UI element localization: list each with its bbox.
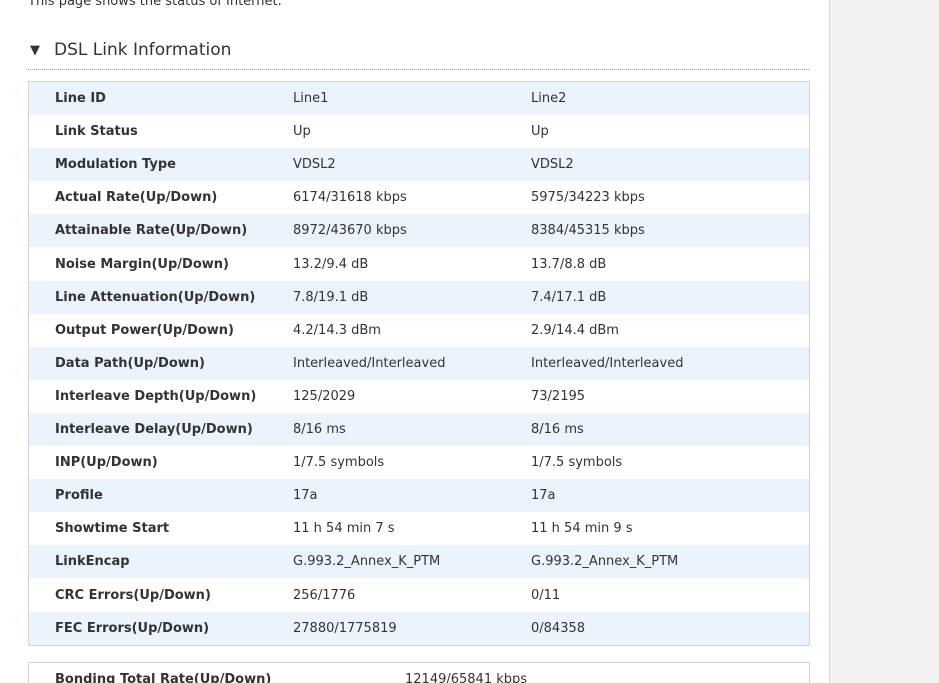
table-row: Showtime Start 11 h 54 min 7 s 11 h 54 min… [29, 512, 809, 545]
right-side-panel [829, 0, 939, 683]
line1-value: G.993.2_Annex_K_PTM [293, 554, 441, 569]
row-label: Output Power(Up/Down) [55, 323, 234, 338]
line1-value: VDSL2 [293, 157, 336, 172]
row-label: Interleave Depth(Up/Down) [55, 389, 257, 404]
row-label: INP(Up/Down) [55, 455, 158, 470]
line1-value: 7.8/19.1 dB [293, 290, 369, 305]
line1-value: 1/7.5 symbols [293, 455, 385, 470]
line1-value: 8/16 ms [293, 422, 346, 437]
line1-value: Line1 [293, 91, 329, 106]
line2-value: VDSL2 [531, 157, 574, 172]
line2-value: 73/2195 [531, 389, 586, 404]
row-label: Link Status [55, 124, 138, 139]
bonding-total-rate-label: Bonding Total Rate(Up/Down) [55, 672, 272, 683]
line2-value: 5975/34223 kbps [531, 190, 645, 205]
row-label: Interleave Delay(Up/Down) [55, 422, 253, 437]
row-label: Noise Margin(Up/Down) [55, 257, 229, 272]
collapse-triangle-icon[interactable]: ▼ [30, 43, 40, 58]
row-label: Attainable Rate(Up/Down) [55, 223, 248, 238]
table-row: FEC Errors(Up/Down) 27880/1775819 0/84358 [29, 612, 809, 645]
line2-value: 1/7.5 symbols [531, 455, 623, 470]
line2-value: 0/84358 [531, 621, 586, 636]
table-row: CRC Errors(Up/Down) 256/1776 0/11 [29, 579, 809, 612]
row-label: Line Attenuation(Up/Down) [55, 290, 256, 305]
line2-value: 13.7/8.8 dB [531, 257, 607, 272]
section-title: DSL Link Information [54, 40, 232, 60]
line2-value: 17a [531, 488, 556, 503]
table-row: Interleave Delay(Up/Down) 8/16 ms 8/16 ms [29, 413, 809, 446]
line2-value: 0/11 [531, 588, 561, 603]
line1-value: 17a [293, 488, 318, 503]
line2-value: Up [531, 124, 549, 139]
page-intro-text: This page shows the status of Internet. [28, 0, 282, 9]
line1-value: 13.2/9.4 dB [293, 257, 369, 272]
row-label: Profile [55, 488, 103, 503]
line2-value: 2.9/14.4 dBm [531, 323, 619, 338]
line2-value: 7.4/17.1 dB [531, 290, 607, 305]
line2-value: 8384/45315 kbps [531, 223, 645, 238]
line2-value: 8/16 ms [531, 422, 584, 437]
line1-value: 8972/43670 kbps [293, 223, 407, 238]
table-row: INP(Up/Down) 1/7.5 symbols 1/7.5 symbols [29, 446, 809, 479]
table-row: Modulation Type VDSL2 VDSL2 [29, 148, 809, 181]
line2-value: Interleaved/Interleaved [531, 356, 684, 371]
line1-value: 4.2/14.3 dBm [293, 323, 381, 338]
line1-value: 27880/1775819 [293, 621, 397, 636]
table-row: Attainable Rate(Up/Down) 8972/43670 kbps 8… [29, 214, 809, 247]
dsl-info-table: Line ID Line1 Line2 Link Status Up Up Modulati… [28, 81, 810, 646]
row-label: Modulation Type [55, 157, 176, 172]
row-label: Actual Rate(Up/Down) [55, 190, 218, 205]
bonding-total-rate-value: 12149/65841 kbps [405, 672, 528, 683]
table-row: Data Path(Up/Down) Interleaved/Interleave… [29, 347, 809, 380]
table-row: LinkEncap G.993.2_Annex_K_PTM G.993.2_Anne… [29, 545, 809, 578]
line2-value: 11 h 54 min 9 s [531, 521, 633, 536]
row-label: LinkEncap [55, 554, 130, 569]
table-row: Line ID Line1 Line2 [29, 82, 809, 115]
row-label: FEC Errors(Up/Down) [55, 621, 210, 636]
table-row: Actual Rate(Up/Down) 6174/31618 kbps 5975/… [29, 181, 809, 214]
row-label: Data Path(Up/Down) [55, 356, 205, 371]
table-row: Noise Margin(Up/Down) 13.2/9.4 dB 13.7/8.8… [29, 248, 809, 281]
row-label: CRC Errors(Up/Down) [55, 588, 211, 603]
table-row: Link Status Up Up [29, 115, 809, 148]
table-row: Output Power(Up/Down) 4.2/14.3 dBm 2.9/14.… [29, 314, 809, 347]
line1-value: Up [293, 124, 311, 139]
table-row: Line Attenuation(Up/Down) 7.8/19.1 dB 7.4/… [29, 281, 809, 314]
line1-value: Interleaved/Interleaved [293, 356, 446, 371]
line2-value: G.993.2_Annex_K_PTM [531, 554, 679, 569]
table-row: Interleave Depth(Up/Down) 125/2029 73/2195 [29, 380, 809, 413]
line1-value: 125/2029 [293, 389, 356, 404]
main-content: This page shows the status of Internet. … [0, 0, 829, 683]
row-label: Line ID [55, 91, 106, 106]
table-row: Profile 17a 17a [29, 479, 809, 512]
line2-value: Line2 [531, 91, 567, 106]
line1-value: 256/1776 [293, 588, 356, 603]
line1-value: 6174/31618 kbps [293, 190, 407, 205]
line1-value: 11 h 54 min 7 s [293, 521, 395, 536]
dsl-section-header[interactable]: ▼ DSL Link Information [28, 36, 809, 70]
row-label: Showtime Start [55, 521, 170, 536]
bonding-table: Bonding Total Rate(Up/Down) 12149/65841 … [28, 662, 810, 683]
